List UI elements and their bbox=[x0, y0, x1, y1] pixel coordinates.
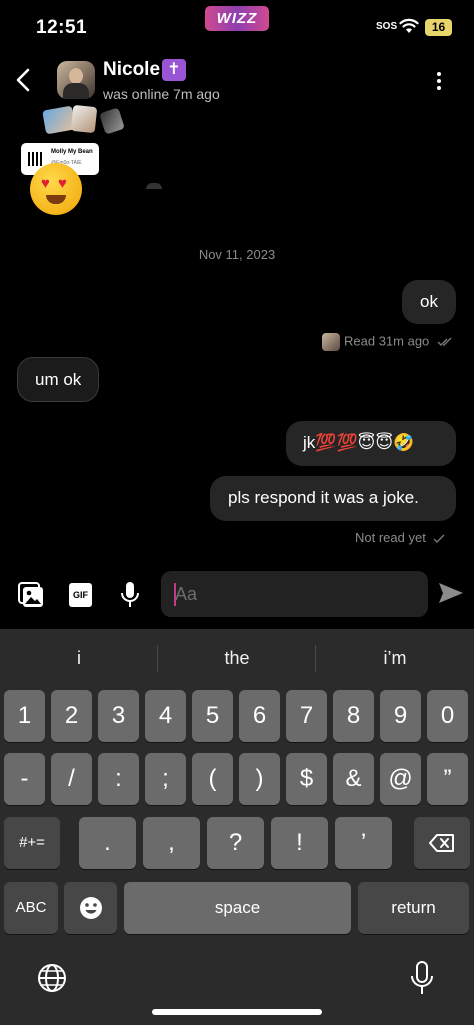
suggestion-3[interactable]: i’m bbox=[316, 629, 474, 687]
key-9[interactable]: 9 bbox=[380, 690, 421, 742]
key-2[interactable]: 2 bbox=[51, 690, 92, 742]
key-colon[interactable]: : bbox=[98, 753, 139, 805]
key-abc[interactable]: ABC bbox=[4, 882, 58, 934]
key-semicolon[interactable]: ; bbox=[145, 753, 186, 805]
status-time: 12:51 bbox=[36, 17, 88, 38]
suggestion-1[interactable]: i bbox=[0, 629, 158, 687]
key-3[interactable]: 3 bbox=[98, 690, 139, 742]
send-icon[interactable] bbox=[437, 581, 465, 605]
backspace-key[interactable] bbox=[414, 817, 470, 869]
key-open-paren[interactable]: ( bbox=[192, 753, 233, 805]
delivery-receipt: Not read yet bbox=[355, 530, 445, 545]
sticker-photo bbox=[70, 104, 98, 134]
avatar[interactable] bbox=[57, 61, 95, 99]
read-receipt: Read 31m ago bbox=[322, 333, 453, 351]
message-bubble-received[interactable]: um ok bbox=[17, 357, 100, 402]
key-0[interactable]: 0 bbox=[427, 690, 468, 742]
home-indicator bbox=[152, 1009, 322, 1015]
message-bubble-sent[interactable]: ok bbox=[402, 280, 456, 324]
wizz-logo: WIZZ bbox=[205, 6, 269, 31]
back-arrow-icon[interactable] bbox=[12, 66, 36, 94]
message-input[interactable] bbox=[161, 571, 428, 617]
key-period[interactable]: . bbox=[79, 817, 136, 869]
sos-indicator: SOS bbox=[376, 21, 398, 32]
dictation-mic-icon[interactable] bbox=[408, 959, 436, 997]
contact-name[interactable]: Nicole bbox=[103, 59, 160, 81]
photo-icon[interactable] bbox=[16, 580, 46, 610]
song-title: Molly My Bean bbox=[51, 149, 93, 155]
space-key[interactable]: space bbox=[124, 882, 351, 934]
double-check-icon bbox=[437, 337, 452, 346]
decor-dot bbox=[146, 183, 162, 189]
key-close-paren[interactable]: ) bbox=[239, 753, 280, 805]
sticker-photo bbox=[99, 107, 125, 135]
avatar-mini bbox=[322, 333, 340, 351]
backspace-icon bbox=[429, 834, 454, 852]
text-caret bbox=[174, 583, 176, 606]
key-symbols[interactable]: #+= bbox=[4, 817, 60, 869]
emoji-key[interactable] bbox=[64, 882, 117, 934]
gif-icon[interactable]: GIF bbox=[69, 583, 92, 607]
profile-stickers[interactable] bbox=[42, 104, 125, 135]
key-7[interactable]: 7 bbox=[286, 690, 327, 742]
heart-eyes-emoji-icon: ♥ ♥ bbox=[30, 163, 82, 215]
key-5[interactable]: 5 bbox=[192, 690, 233, 742]
key-dash[interactable]: - bbox=[4, 753, 45, 805]
more-options-icon[interactable] bbox=[434, 72, 444, 92]
key-at[interactable]: @ bbox=[380, 753, 421, 805]
key-1[interactable]: 1 bbox=[4, 690, 45, 742]
cross-badge: ✝ bbox=[162, 59, 186, 81]
key-apostrophe[interactable]: ’ bbox=[335, 817, 392, 869]
battery-indicator: 16 bbox=[425, 19, 452, 36]
barcode-icon bbox=[28, 152, 42, 166]
key-4[interactable]: 4 bbox=[145, 690, 186, 742]
key-6[interactable]: 6 bbox=[239, 690, 280, 742]
date-separator: Nov 11, 2023 bbox=[198, 247, 276, 262]
emoji-icon bbox=[79, 897, 102, 919]
key-comma[interactable]: , bbox=[143, 817, 200, 869]
message-bubble-sent[interactable]: pls respond it was a joke. bbox=[210, 476, 456, 521]
key-question[interactable]: ? bbox=[207, 817, 264, 869]
wifi-icon bbox=[399, 18, 419, 33]
key-8[interactable]: 8 bbox=[333, 690, 374, 742]
key-exclamation[interactable]: ! bbox=[271, 817, 328, 869]
suggestion-2[interactable]: the bbox=[158, 629, 316, 687]
globe-icon[interactable] bbox=[36, 962, 68, 994]
online-status: was online 7m ago bbox=[103, 86, 220, 102]
microphone-icon[interactable] bbox=[118, 580, 142, 610]
keyboard: i the i’m 1 2 3 4 5 6 7 8 9 0 - / : ; ( … bbox=[0, 629, 474, 1025]
key-quote[interactable]: ” bbox=[427, 753, 468, 805]
message-bubble-sent[interactable]: jk💯💯😇😇🤣 bbox=[286, 421, 456, 466]
delivery-receipt-text: Not read yet bbox=[355, 530, 426, 545]
check-icon bbox=[433, 534, 445, 543]
key-dollar[interactable]: $ bbox=[286, 753, 327, 805]
read-receipt-text: Read 31m ago bbox=[344, 333, 430, 349]
key-ampersand[interactable]: & bbox=[333, 753, 374, 805]
key-slash[interactable]: / bbox=[51, 753, 92, 805]
return-key[interactable]: return bbox=[358, 882, 469, 934]
status-bar: 12:51 WIZZ SOS 16 bbox=[0, 0, 474, 56]
